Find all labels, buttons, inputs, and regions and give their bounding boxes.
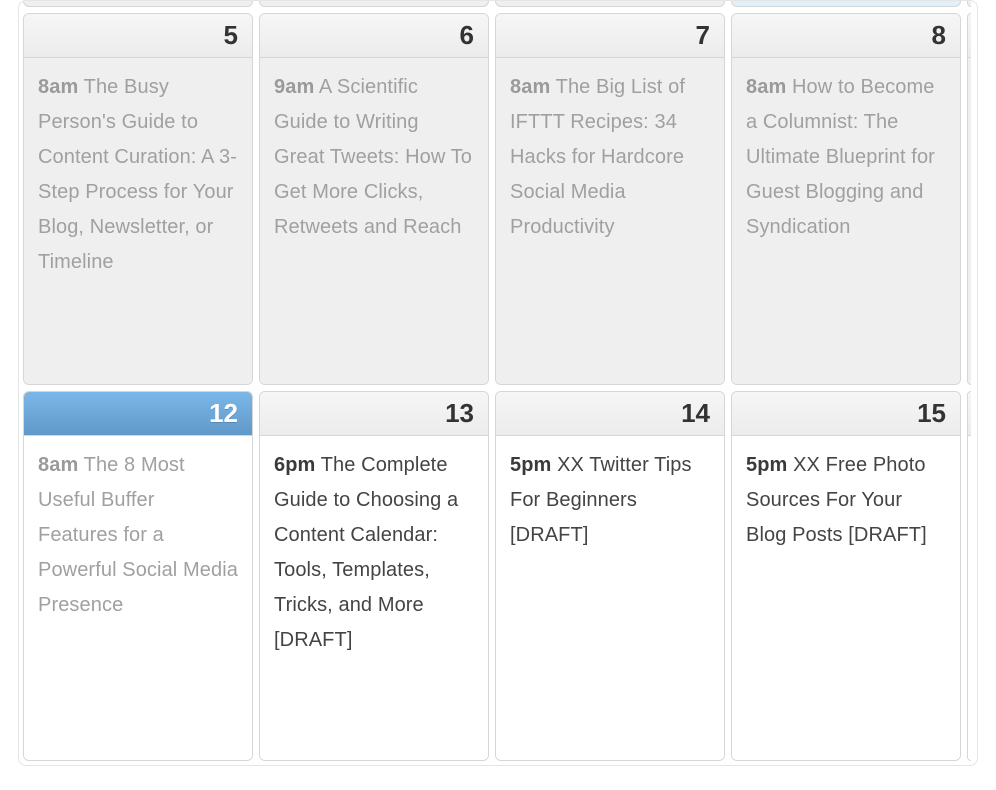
day-body: 9am A Scientific Guide to Writing Great … [260,58,488,384]
event-title: How to Become a Columnist: The Ultimate … [746,76,935,238]
calendar-event[interactable]: 5pm XX Twitter Tips For Beginners [DRAFT… [510,448,710,553]
event-title: The Busy Person's Guide to Content Curat… [38,76,237,273]
day-cell[interactable]: 13 6pm The Complete Guide to Choosing a … [259,391,489,761]
calendar-event[interactable]: 9am A Scientific Guide to Writing Great … [274,70,474,245]
day-body: 8am The 8 Most Useful Buffer Features fo… [24,436,252,760]
day-body: 8am The Big List of IFTTT Recipes: 34 Ha… [496,58,724,384]
event-time: 5pm [746,454,787,476]
calendar-event[interactable]: 8am The 8 Most Useful Buffer Features fo… [38,448,238,623]
sliver-cell-highlighted [731,1,961,7]
day-number: 13 [260,392,488,436]
day-body: 5pm XX Twitter Tips For Beginners [DRAFT… [496,436,724,760]
day-body: 6pm The Complete Guide to Choosing a Con… [260,436,488,760]
day-number: 7 [496,14,724,58]
day-body: 8am The Busy Person's Guide to Content C… [24,58,252,384]
sliver-cell [23,1,253,7]
sliver-cell-partial [967,1,971,7]
sliver-cell [495,1,725,7]
event-time: 5pm [510,454,551,476]
day-cell[interactable]: 8 8am How to Become a Columnist: The Ult… [731,13,961,385]
event-title: A Scientific Guide to Writing Great Twee… [274,76,472,238]
sliver-cell [259,1,489,7]
previous-week-sliver [23,1,973,7]
day-number: 5 [24,14,252,58]
calendar-event[interactable]: 8am The Busy Person's Guide to Content C… [38,70,238,280]
day-number-partial [968,392,971,436]
day-number: 14 [496,392,724,436]
day-cell-today[interactable]: 12 8am The 8 Most Useful Buffer Features… [23,391,253,761]
event-time: 6pm [274,454,315,476]
week-row: 5 8am The Busy Person's Guide to Content… [23,13,973,385]
event-time: 8am [510,76,550,98]
day-body: 5pm XX Free Photo Sources For Your Blog … [732,436,960,760]
day-body [968,58,971,384]
calendar-event[interactable]: 8am How to Become a Columnist: The Ultim… [746,70,946,245]
day-number: 15 [732,392,960,436]
event-title: The Big List of IFTTT Recipes: 34 Hacks … [510,76,685,238]
day-cell[interactable]: 7 8am The Big List of IFTTT Recipes: 34 … [495,13,725,385]
calendar-viewport: 5 8am The Busy Person's Guide to Content… [0,0,996,790]
day-number: 8 [732,14,960,58]
day-cell[interactable]: 6 9am A Scientific Guide to Writing Grea… [259,13,489,385]
event-title: The Complete Guide to Choosing a Content… [274,454,458,651]
event-time: 9am [274,76,314,98]
event-time: 8am [746,76,786,98]
day-cell[interactable]: 15 5pm XX Free Photo Sources For Your Bl… [731,391,961,761]
calendar-shell: 5 8am The Busy Person's Guide to Content… [18,0,978,766]
day-cell[interactable]: 5 8am The Busy Person's Guide to Content… [23,13,253,385]
day-number-today: 12 [24,392,252,436]
day-cell-partial[interactable] [967,391,971,761]
day-body [968,436,971,760]
day-number: 6 [260,14,488,58]
day-cell-partial[interactable] [967,13,971,385]
day-body: 8am How to Become a Columnist: The Ultim… [732,58,960,384]
event-time: 8am [38,76,78,98]
day-cell[interactable]: 14 5pm XX Twitter Tips For Beginners [DR… [495,391,725,761]
calendar-event[interactable]: 5pm XX Free Photo Sources For Your Blog … [746,448,946,553]
week-row: 12 8am The 8 Most Useful Buffer Features… [23,391,973,761]
event-title: The 8 Most Useful Buffer Features for a … [38,454,238,616]
calendar-event[interactable]: 6pm The Complete Guide to Choosing a Con… [274,448,474,658]
day-number-partial [968,14,971,58]
event-time: 8am [38,454,78,476]
calendar-event[interactable]: 8am The Big List of IFTTT Recipes: 34 Ha… [510,70,710,245]
